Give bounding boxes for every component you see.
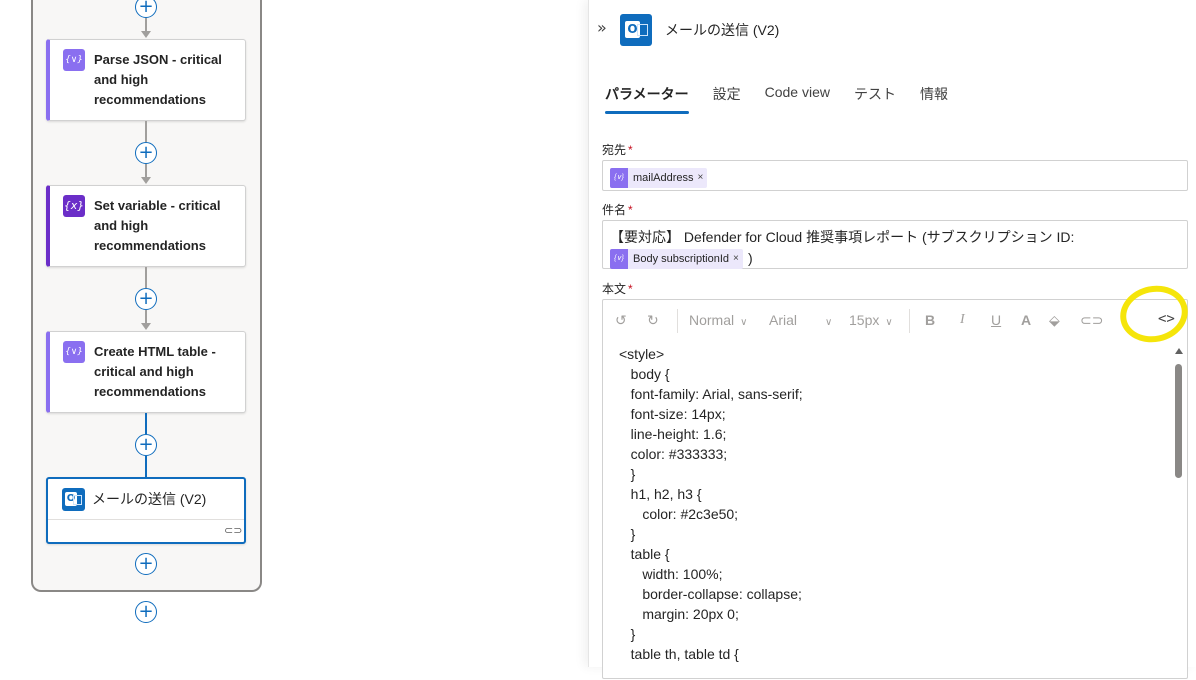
font-color-button[interactable]: A (1021, 312, 1031, 328)
tab-test[interactable]: テスト (854, 82, 896, 114)
card-title: メールの送信 (V2) (92, 491, 207, 507)
font-size-dropdown[interactable]: 15px ∨ (849, 312, 893, 328)
link-icon[interactable]: ⊂⊃ (224, 524, 242, 537)
connector-arrow (141, 31, 151, 38)
code-line: width: 100%; (619, 566, 723, 582)
panel-title: メールの送信 (V2) (665, 22, 780, 38)
variable-icon: {∨} (63, 341, 85, 363)
connector (145, 121, 147, 142)
connector (145, 310, 147, 324)
chevron-down-icon: ∨ (740, 317, 748, 328)
code-line: color: #2c3e50; (619, 506, 739, 522)
flow-canvas: + {∨} Parse JSON - critical and high rec… (0, 0, 588, 667)
tab-about[interactable]: 情報 (920, 82, 948, 114)
mail-address-token[interactable]: {∨} mailAddress × (610, 167, 708, 188)
subject-text: 【要対応】 Defender for Cloud 推奨事項レポート (サブスクリ… (610, 229, 1075, 245)
card-title: Set variable - critical and high recomme… (94, 198, 221, 253)
scroll-up-icon[interactable] (1175, 348, 1183, 354)
code-line: body { (619, 366, 670, 382)
toolbar-divider (909, 309, 910, 333)
action-card-parse-json[interactable]: {∨} Parse JSON - critical and high recom… (46, 39, 246, 121)
connector (145, 456, 147, 477)
variable-icon: {∨} (610, 167, 628, 188)
redo-icon[interactable]: ↻ (647, 312, 659, 329)
code-line: margin: 20px 0; (619, 606, 739, 622)
connector-arrow (141, 177, 151, 184)
link-icon[interactable]: ⊂⊃ (1080, 312, 1103, 329)
editor-toolbar: ↺ ↻ Normal ∨ Arial ∨ 15px ∨ B I U A ⬙ ⊂⊃ <> (603, 300, 1187, 342)
html-code-content[interactable]: <style> body { font-family: Arial, sans-… (619, 344, 803, 664)
code-line: } (619, 466, 636, 482)
collapse-panel-icon[interactable]: » (597, 18, 607, 37)
insert-step-button[interactable]: + (135, 553, 157, 575)
body-label: 本文 * (602, 282, 633, 296)
outlook-icon (62, 488, 85, 511)
insert-step-button[interactable]: + (135, 142, 157, 164)
editor-scrollbar[interactable] (1174, 348, 1184, 680)
to-field[interactable]: {∨} mailAddress × (602, 160, 1188, 191)
subscription-id-token[interactable]: {∨} Body subscriptionId × (610, 248, 743, 269)
code-line: table th, table td { (619, 646, 739, 662)
action-card-set-variable[interactable]: {x} Set variable - critical and high rec… (46, 185, 246, 267)
variable-icon: {∨} (63, 49, 85, 71)
card-divider (48, 519, 244, 520)
code-line: <style> (619, 346, 665, 362)
action-card-create-html-table[interactable]: {∨} Create HTML table - critical and hig… (46, 331, 246, 413)
code-line: h1, h2, h3 { (619, 486, 702, 502)
bold-button[interactable]: B (925, 312, 935, 328)
code-line: border-collapse: collapse; (619, 586, 802, 602)
panel-tabs: パラメーター 設定 Code view テスト 情報 (605, 82, 972, 114)
chevron-down-icon: ∨ (825, 317, 833, 328)
connector (145, 164, 147, 178)
underline-button[interactable]: U (991, 312, 1001, 328)
outlook-icon (620, 14, 652, 46)
tab-settings[interactable]: 設定 (713, 82, 741, 114)
italic-button[interactable]: I (960, 312, 965, 328)
remove-token-icon[interactable]: × (698, 172, 704, 183)
connector (145, 267, 147, 288)
chevron-down-icon: ∨ (885, 317, 893, 328)
card-title: Parse JSON - critical and high recommend… (94, 52, 222, 107)
tab-parameters[interactable]: パラメーター (605, 82, 689, 114)
code-line: font-size: 14px; (619, 406, 726, 422)
code-line: font-family: Arial, sans-serif; (619, 386, 803, 402)
code-line: line-height: 1.6; (619, 426, 727, 442)
font-family-dropdown[interactable]: Arial ∨ (769, 312, 832, 328)
variable-icon: {x} (63, 195, 85, 217)
to-label: 宛先 * (602, 143, 633, 157)
scroll-thumb[interactable] (1175, 364, 1182, 478)
insert-step-button[interactable]: + (135, 288, 157, 310)
connector-arrow (141, 323, 151, 330)
code-line: color: #333333; (619, 446, 728, 462)
insert-step-button[interactable]: + (135, 601, 157, 623)
action-properties-panel: » メールの送信 (V2) パラメーター 設定 Code view テスト 情報… (588, 0, 1196, 679)
connector (145, 413, 147, 434)
tab-code-view[interactable]: Code view (765, 82, 830, 114)
card-title: Create HTML table - critical and high re… (94, 344, 216, 399)
insert-step-button[interactable]: + (135, 434, 157, 456)
code-line: } (619, 626, 636, 642)
undo-icon[interactable]: ↺ (615, 312, 627, 329)
body-editor[interactable]: ↺ ↻ Normal ∨ Arial ∨ 15px ∨ B I U A ⬙ ⊂⊃ <>… (602, 299, 1188, 679)
subject-label: 件名 * (602, 203, 633, 217)
variable-icon: {∨} (610, 248, 628, 269)
paragraph-style-dropdown[interactable]: Normal ∨ (689, 312, 747, 328)
code-line: table { (619, 546, 670, 562)
code-line: } (619, 526, 636, 542)
toolbar-divider (677, 309, 678, 333)
subject-suffix: ) (747, 250, 753, 266)
highlight-color-icon[interactable]: ⬙ (1049, 312, 1060, 329)
remove-token-icon[interactable]: × (733, 253, 739, 264)
action-card-send-email[interactable]: メールの送信 (V2) ⊂⊃ (46, 477, 246, 544)
subject-field[interactable]: 【要対応】 Defender for Cloud 推奨事項レポート (サブスクリ… (602, 220, 1188, 269)
